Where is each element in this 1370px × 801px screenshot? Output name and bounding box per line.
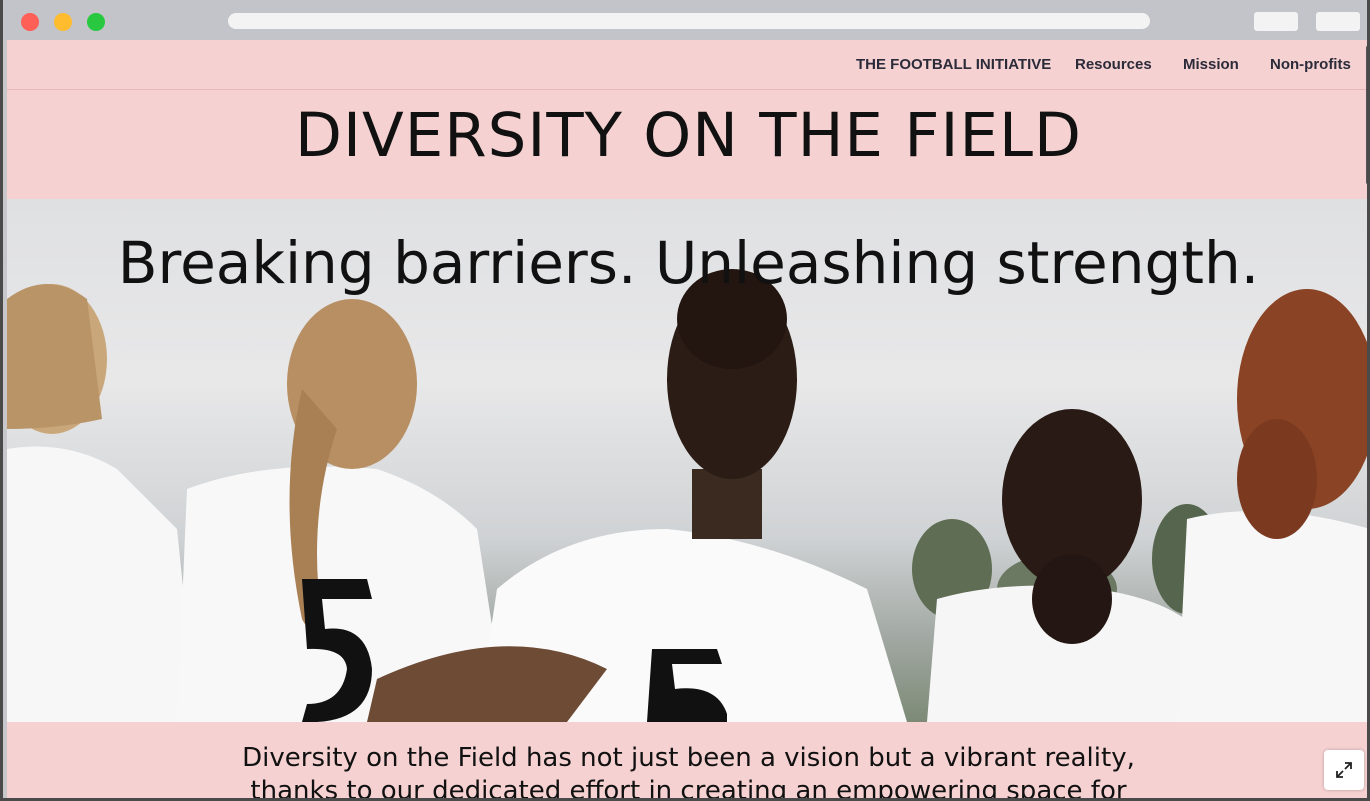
maximize-window-button[interactable] — [87, 13, 105, 31]
browser-window: THE FOOTBALL INITIATIVE Resources Missio… — [0, 0, 1370, 801]
page-viewport: THE FOOTBALL INITIATIVE Resources Missio… — [7, 40, 1367, 801]
intro-paragraph: Diversity on the Field has not just been… — [7, 742, 1367, 801]
intro-line: Diversity on the Field has not just been… — [242, 743, 1135, 773]
browser-titlebar — [3, 0, 1367, 40]
nav-mission-link[interactable]: Mission — [1183, 56, 1239, 73]
minimize-window-button[interactable] — [54, 13, 72, 31]
toolbar-button[interactable] — [1316, 12, 1360, 31]
hero-tagline: Breaking barriers. Unleashing strength. — [117, 229, 1260, 297]
toolbar-button[interactable] — [1254, 12, 1298, 31]
expand-arrows-icon — [1336, 762, 1352, 778]
page-title: DIVERSITY ON THE FIELD — [295, 100, 1082, 171]
close-window-button[interactable] — [21, 13, 39, 31]
nav-home-link[interactable]: THE FOOTBALL INITIATIVE — [856, 56, 1051, 73]
site-nav: THE FOOTBALL INITIATIVE Resources Missio… — [7, 40, 1367, 90]
expand-button[interactable] — [1324, 750, 1364, 790]
intro-line: thanks to our dedicated effort in creati… — [250, 776, 1127, 801]
nav-nonprofits-link[interactable]: Non-profits — [1270, 56, 1351, 73]
hero-image: Breaking barriers. Unleashing strength. — [7, 199, 1367, 722]
address-bar[interactable] — [228, 13, 1150, 29]
nav-resources-link[interactable]: Resources — [1075, 56, 1152, 73]
